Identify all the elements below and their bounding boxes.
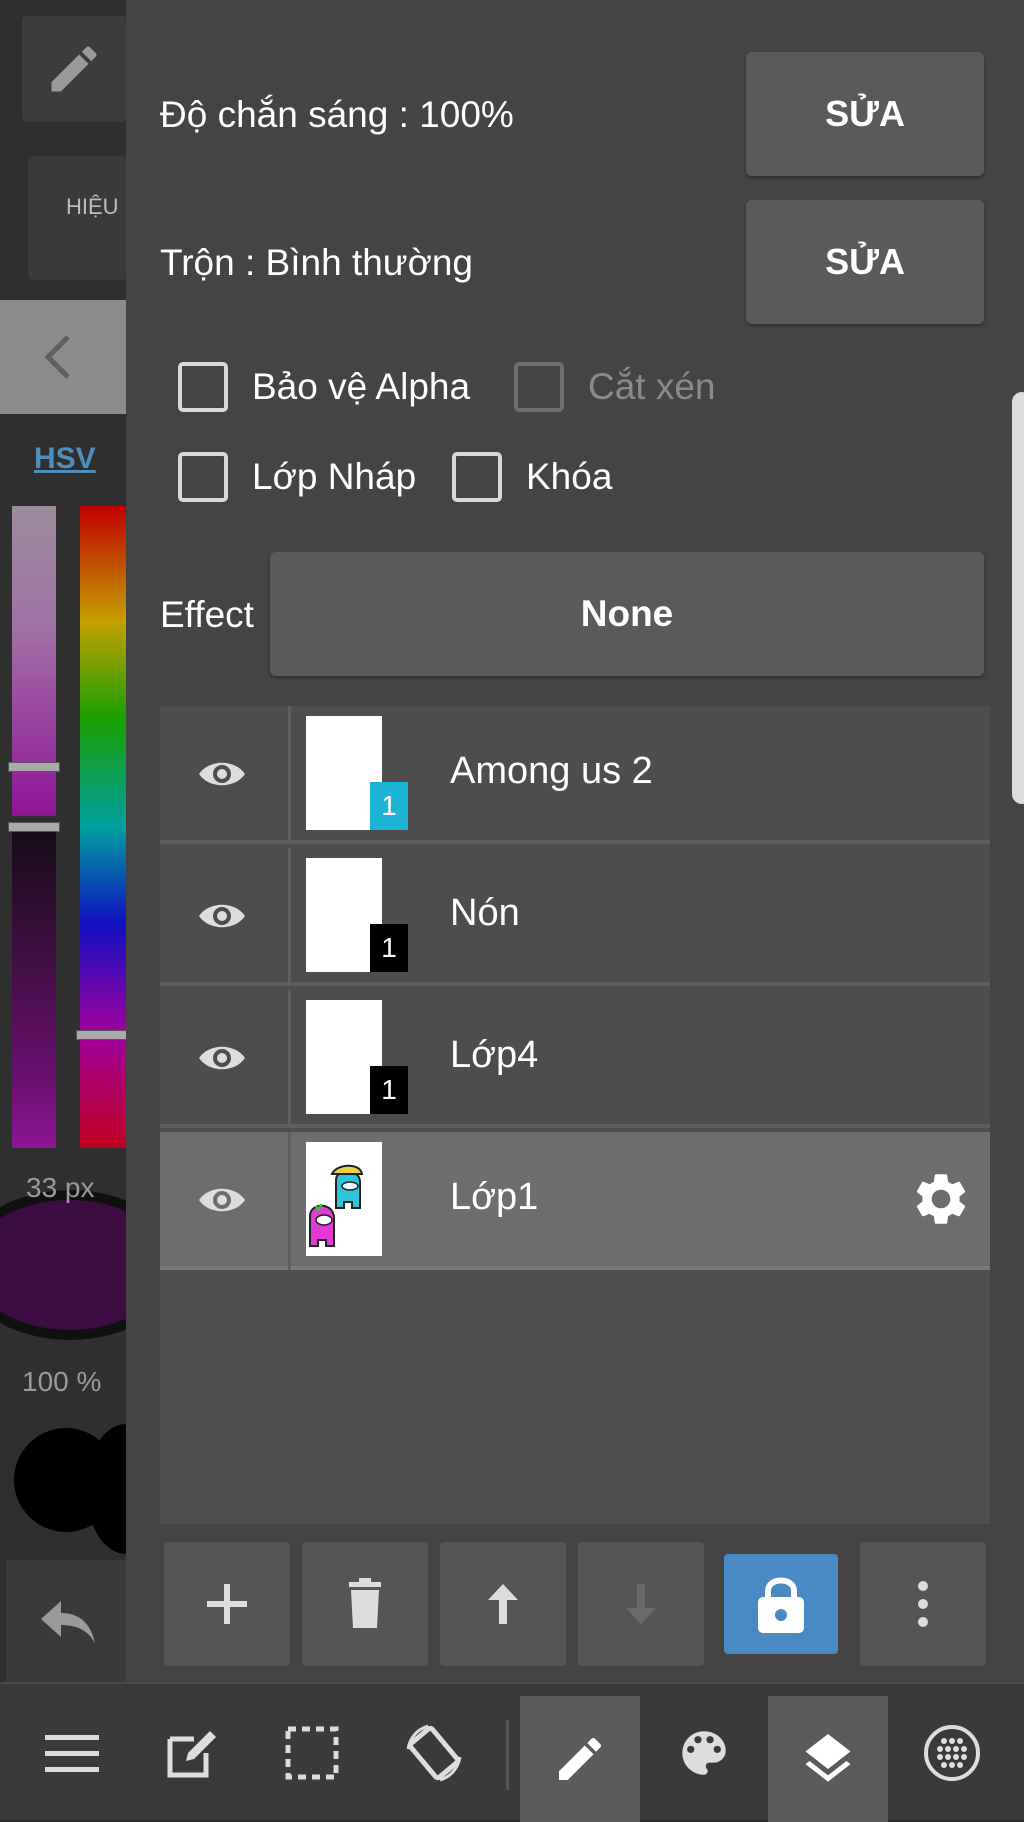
eye-icon[interactable] — [182, 1030, 262, 1086]
toolbar-divider — [506, 1720, 509, 1790]
selection-icon — [285, 1726, 339, 1780]
layer-row-selected[interactable]: Lớp1 — [160, 1132, 990, 1270]
menu-button[interactable] — [12, 1696, 132, 1810]
bottom-toolbar — [0, 1682, 1024, 1822]
effect-tab[interactable]: HIỆU 1 — [28, 156, 126, 280]
edit-opacity-button[interactable]: SỬA — [746, 52, 984, 176]
brush-size-label: 33 px — [26, 1172, 95, 1203]
grid-dots-icon — [924, 1725, 980, 1781]
protect-alpha-label: Bảo vệ Alpha — [252, 366, 471, 407]
value-slider[interactable] — [8, 822, 60, 1148]
more-vertical-icon — [918, 1581, 928, 1627]
gear-icon[interactable] — [910, 1168, 972, 1230]
opacity-label: Độ chắn sáng : 100% — [160, 94, 514, 135]
checkbox-box — [178, 452, 228, 502]
chevron-left-icon — [44, 335, 70, 379]
effect-tab-sub: 1 — [66, 220, 126, 245]
delete-layer-button[interactable] — [302, 1542, 428, 1666]
clipping-checkbox[interactable]: Cắt xén — [514, 362, 716, 412]
hue-slider[interactable] — [76, 506, 126, 1148]
row-divider — [288, 1132, 291, 1270]
edit-blend-button[interactable]: SỬA — [746, 200, 984, 324]
row-divider — [288, 990, 291, 1128]
selection-button[interactable] — [252, 1696, 372, 1810]
row-divider — [288, 848, 291, 986]
pen-icon — [559, 1737, 602, 1780]
menu-icon — [45, 1735, 99, 1772]
effect-select-button[interactable]: None — [270, 552, 984, 676]
lock-checkbox[interactable]: Khóa — [452, 452, 612, 502]
eye-icon[interactable] — [182, 888, 262, 944]
eye-icon[interactable] — [182, 746, 262, 802]
draft-layer-label: Lớp Nháp — [252, 456, 417, 497]
edit-button[interactable] — [132, 1696, 252, 1810]
brush-opacity-label: 100 % — [22, 1366, 102, 1397]
palette-icon — [682, 1731, 726, 1775]
arrow-up-icon — [488, 1584, 518, 1624]
layer-name: Lớp4 — [450, 1034, 539, 1076]
row-divider — [288, 706, 291, 844]
effect-tab-label: HIỆU — [66, 194, 119, 219]
add-layer-button[interactable] — [164, 1542, 290, 1666]
checkbox-box — [514, 362, 564, 412]
pen-tool-button[interactable] — [520, 1696, 640, 1822]
layer-name: Lớp1 — [450, 1176, 539, 1218]
effect-label: Effect — [160, 594, 254, 635]
blend-mode-label: Trộn : Bình thường — [160, 242, 473, 283]
color-mode-link[interactable]: HSV — [34, 442, 96, 476]
lock-layer-button[interactable] — [724, 1554, 838, 1654]
layer-name: Among us 2 — [450, 750, 653, 792]
arrow-down-icon — [626, 1584, 656, 1624]
slider-knob[interactable] — [8, 762, 60, 772]
layer-row[interactable]: 1 Nón — [160, 848, 990, 986]
draft-layer-checkbox[interactable]: Lớp Nháp — [178, 452, 416, 502]
move-layer-down-button[interactable] — [578, 1542, 704, 1666]
layer-panel: Độ chắn sáng : 100% SỬA Trộn : Bình thườ… — [126, 0, 1024, 1682]
among-us-drawing — [306, 1142, 382, 1256]
collapse-panel-button[interactable] — [0, 300, 126, 414]
layer-badge: 1 — [370, 1066, 408, 1114]
rotate-icon — [406, 1724, 462, 1782]
brush-preview — [0, 1190, 126, 1340]
layer-name: Nón — [450, 892, 520, 934]
left-pencil-button[interactable] — [22, 16, 126, 122]
slider-knob[interactable] — [76, 1030, 126, 1040]
layer-list: 1 Among us 2 1 Nón 1 Lớp4 Lớp1 — [160, 706, 990, 1524]
move-layer-up-button[interactable] — [440, 1542, 566, 1666]
layer-thumbnail — [306, 1142, 382, 1256]
checkbox-box — [178, 362, 228, 412]
add-icon — [207, 1584, 247, 1624]
layers-icon — [805, 1734, 851, 1782]
layers-button[interactable] — [768, 1696, 888, 1822]
lock-label: Khóa — [526, 456, 613, 497]
protect-alpha-checkbox[interactable]: Bảo vệ Alpha — [178, 362, 470, 412]
rotate-canvas-button[interactable] — [374, 1696, 494, 1810]
layer-actions — [164, 1542, 986, 1666]
checkbox-box — [452, 452, 502, 502]
layer-badge: 1 — [370, 924, 408, 972]
more-options-button[interactable] — [860, 1542, 986, 1666]
clipping-label: Cắt xén — [588, 366, 716, 407]
lock-icon — [758, 1577, 804, 1633]
grid-button[interactable] — [892, 1696, 1012, 1810]
edit-icon — [167, 1731, 216, 1778]
trash-icon — [349, 1578, 381, 1628]
eye-icon[interactable] — [182, 1172, 262, 1228]
color-palette-button[interactable] — [644, 1696, 764, 1810]
layer-row[interactable]: 1 Among us 2 — [160, 706, 990, 844]
left-tool-strip: HIỆU 1 HSV 33 px 100 % — [0, 0, 126, 1820]
saturation-slider[interactable] — [8, 506, 60, 816]
layer-badge: 1 — [370, 782, 408, 830]
undo-icon — [41, 1601, 95, 1643]
undo-button[interactable] — [6, 1560, 126, 1682]
layer-row[interactable]: 1 Lớp4 — [160, 990, 990, 1128]
pencil-icon — [51, 46, 97, 92]
slider-knob[interactable] — [8, 822, 60, 832]
right-panel-handle[interactable] — [1012, 392, 1024, 804]
